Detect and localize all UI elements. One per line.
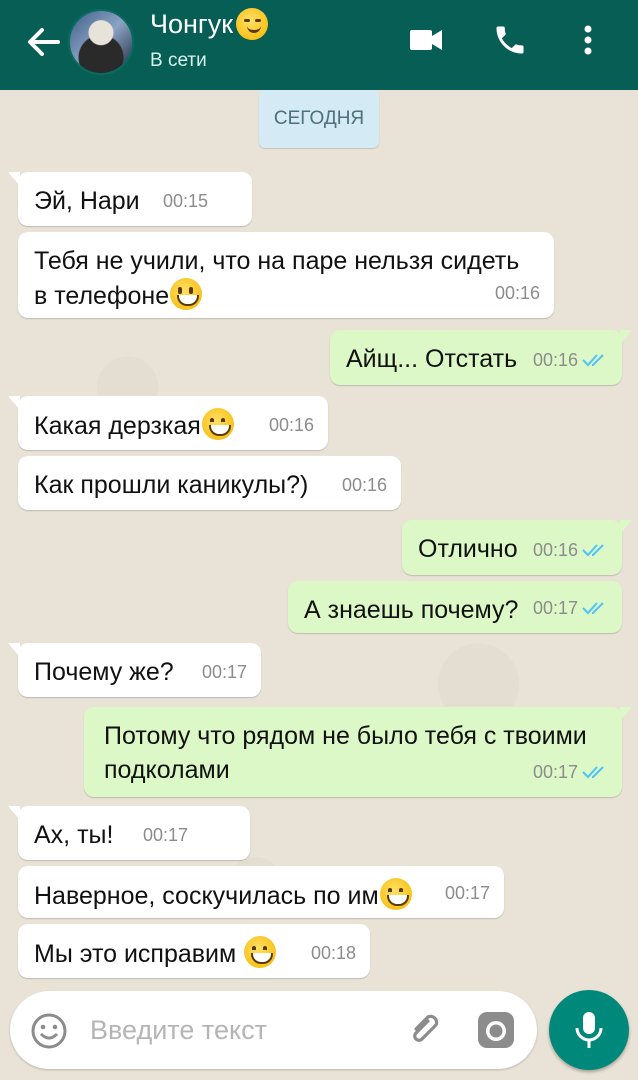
message-time: 00:16 xyxy=(532,540,578,560)
message-outgoing[interactable]: Потому что рядом не было тебя с твоими п… xyxy=(84,707,632,797)
message-time: 00:17 xyxy=(142,825,188,845)
message-input-bar[interactable]: Введите текст xyxy=(10,991,537,1069)
message-text: Какая дерзкая xyxy=(34,412,201,440)
message-time: 00:16 xyxy=(341,475,387,495)
message-time: 00:16 xyxy=(268,415,314,435)
message-incoming[interactable]: Почему же? 00:17 xyxy=(8,643,261,697)
message-incoming[interactable]: Тебя не учили, что на паре нельзя сидеть… xyxy=(18,232,554,318)
message-incoming[interactable]: Ах, ты! 00:17 xyxy=(8,806,250,860)
message-outgoing[interactable]: А знаешь почему? 00:17 xyxy=(288,581,622,633)
message-incoming[interactable]: Наверное, соскучилась по им 00:17 xyxy=(18,866,504,918)
grin-emoji-icon xyxy=(244,936,277,968)
attach-icon[interactable] xyxy=(404,1009,444,1054)
phone-icon[interactable] xyxy=(492,22,528,63)
back-arrow-icon[interactable] xyxy=(24,22,64,62)
mic-button[interactable] xyxy=(549,990,629,1070)
message-text: Как прошли каникулы?) xyxy=(34,471,309,499)
message-outgoing[interactable]: Айщ... Отстать 00:16 xyxy=(330,330,632,385)
double-check-icon xyxy=(582,544,604,557)
double-check-icon xyxy=(582,354,604,367)
message-time: 00:16 xyxy=(494,283,540,303)
message-time: 00:17 xyxy=(444,883,490,903)
message-incoming[interactable]: Эй, Нари 00:15 xyxy=(8,172,252,226)
message-time: 00:16 xyxy=(532,350,578,370)
double-check-icon xyxy=(582,602,604,615)
message-time: 00:15 xyxy=(162,191,208,211)
online-status: В сети xyxy=(150,50,207,71)
message-input-placeholder[interactable]: Введите текст xyxy=(90,1015,267,1046)
message-text: Потому что рядом не было тебя с твоими п… xyxy=(104,722,587,784)
message-text: Мы это исправим xyxy=(34,940,237,968)
message-incoming[interactable]: Какая дерзкая 00:16 xyxy=(8,396,328,450)
message-text: Тебя не учили, что на паре нельзя сидеть… xyxy=(34,247,520,310)
message-text: Наверное, соскучилась по им xyxy=(34,882,379,910)
contact-name[interactable]: Чонгук xyxy=(150,8,269,40)
message-incoming[interactable]: Мы это исправим 00:18 xyxy=(18,924,370,978)
avatar[interactable] xyxy=(68,9,134,75)
smiley-emoji-icon xyxy=(170,278,203,310)
message-time: 00:17 xyxy=(532,762,578,782)
date-chip: СЕГОДНЯ xyxy=(259,90,379,148)
double-check-icon xyxy=(582,766,604,779)
message-time: 00:18 xyxy=(310,943,356,963)
message-time: 00:17 xyxy=(532,598,578,618)
message-outgoing[interactable]: Отлично 00:16 xyxy=(402,520,632,575)
message-text: Ах, ты! xyxy=(34,821,114,849)
mic-icon xyxy=(575,1012,603,1048)
chat-header: Чонгук В сети xyxy=(0,0,638,90)
camera-icon[interactable] xyxy=(476,1010,516,1055)
message-incoming[interactable]: Как прошли каникулы?) 00:16 xyxy=(18,456,401,510)
grin-emoji-icon xyxy=(201,408,234,440)
more-vert-icon[interactable] xyxy=(582,22,594,63)
grin-emoji-icon xyxy=(379,878,412,910)
message-time: 00:17 xyxy=(201,662,247,682)
contact-name-text: Чонгук xyxy=(150,8,234,39)
video-call-icon[interactable] xyxy=(408,22,444,63)
emoji-icon[interactable] xyxy=(30,1012,68,1055)
smirk-emoji-icon xyxy=(236,8,269,40)
